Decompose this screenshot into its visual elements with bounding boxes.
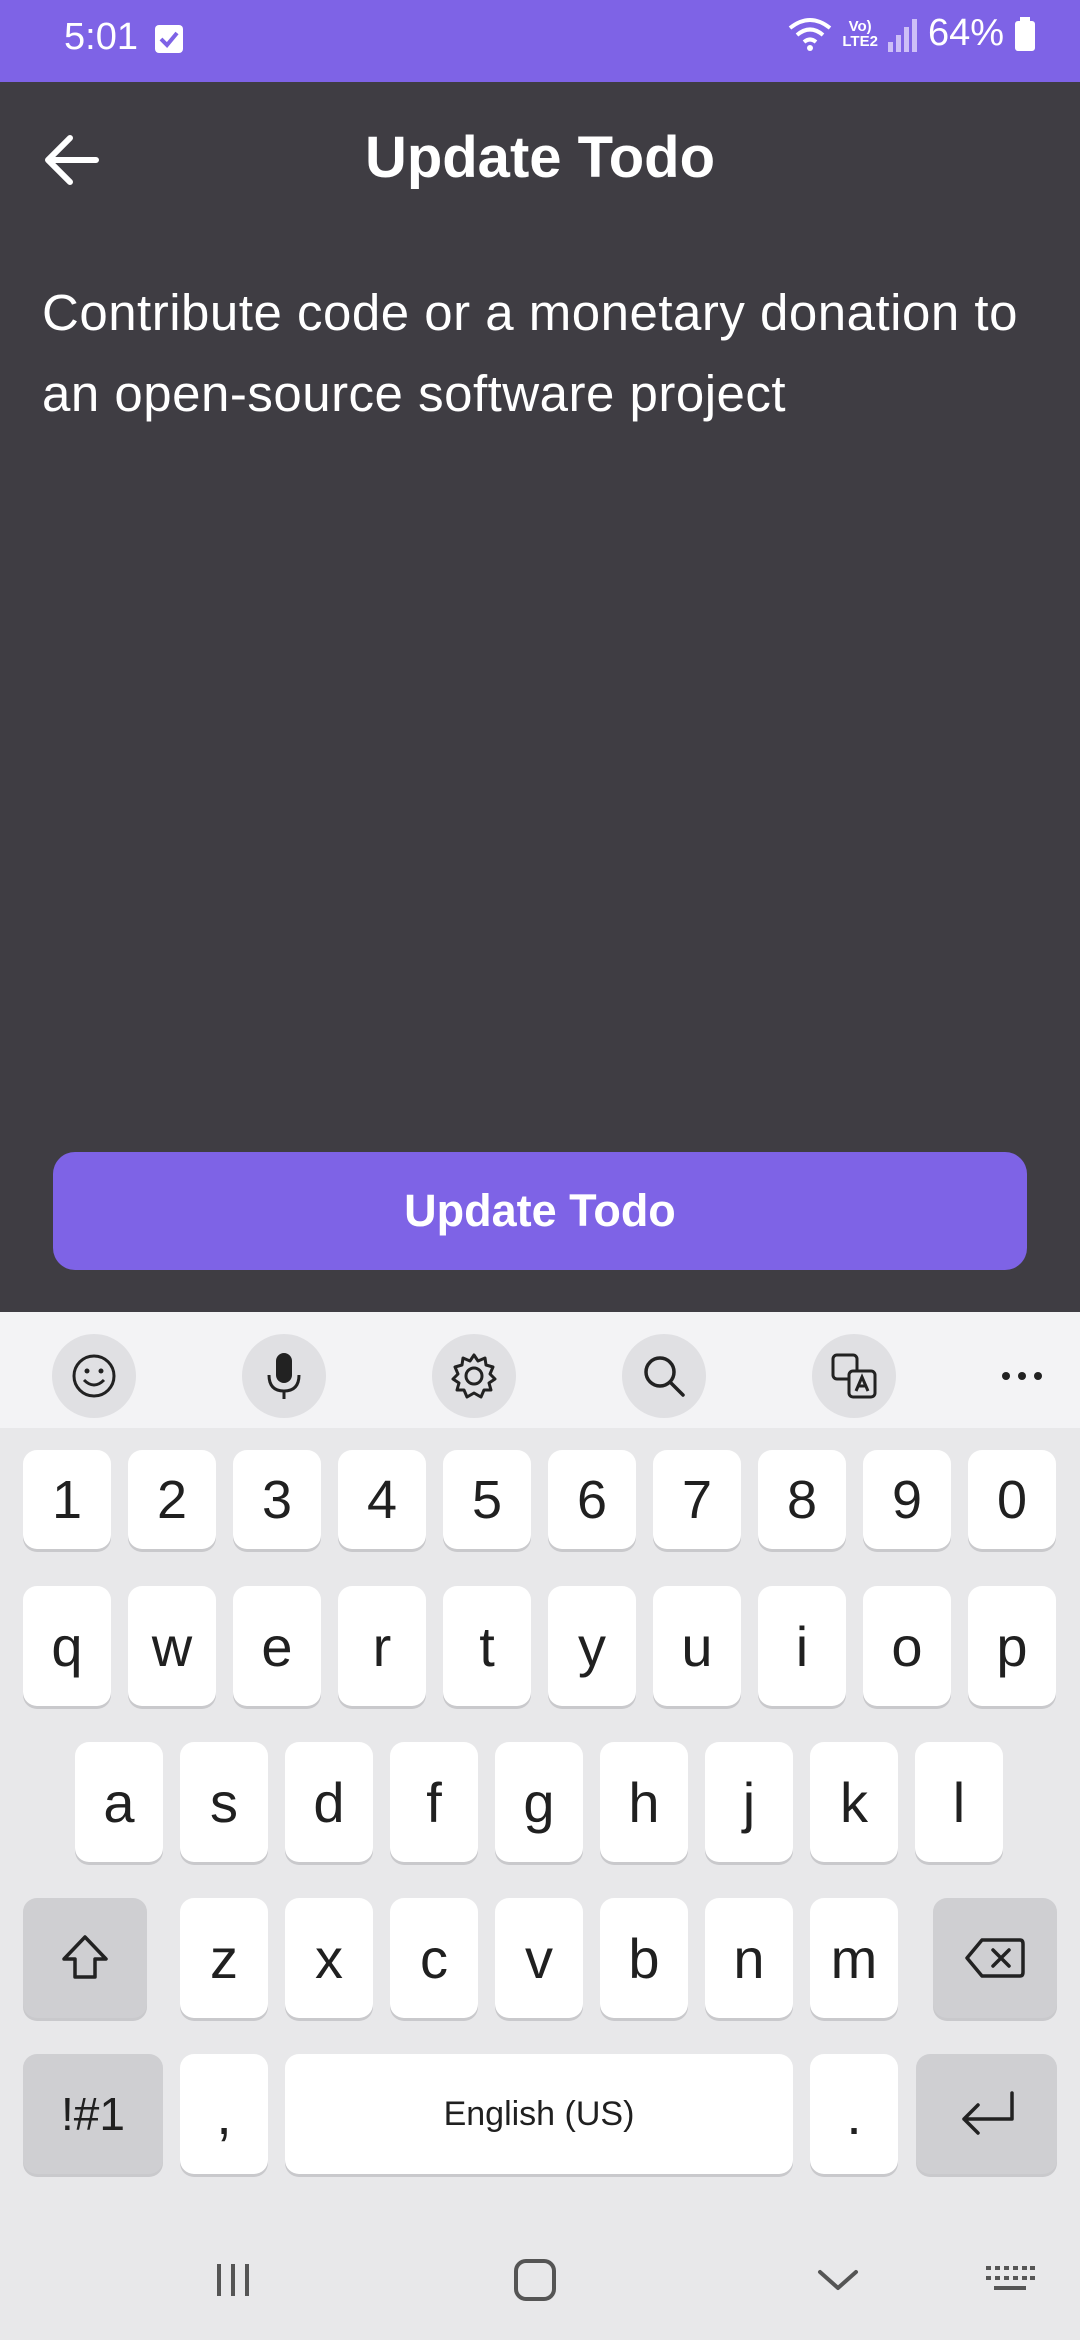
backspace-key[interactable] (933, 1898, 1057, 2018)
keyboard-search-button[interactable] (622, 1334, 706, 1418)
key-2[interactable]: 2 (128, 1450, 216, 1549)
checkbox-notification-icon (155, 25, 183, 53)
key-n[interactable]: n (705, 1898, 793, 2018)
navigation-bar (0, 2200, 1080, 2340)
key-c[interactable]: c (390, 1898, 478, 2018)
key-5[interactable]: 5 (443, 1450, 531, 1549)
backspace-icon (965, 1938, 1025, 1978)
keyboard-icon (986, 2266, 1035, 2290)
shift-key[interactable] (23, 1898, 147, 2018)
key-j[interactable]: j (705, 1742, 793, 1862)
battery-icon (1015, 16, 1035, 51)
key-a[interactable]: a (75, 1742, 163, 1862)
symbols-key[interactable]: !#1 (23, 2054, 163, 2174)
shift-icon (62, 1935, 108, 1979)
more-options-button[interactable] (980, 1334, 1064, 1418)
key-v[interactable]: v (495, 1898, 583, 2018)
key-z[interactable]: z (180, 1898, 268, 2018)
network-type-label: Vo) LTE2 (842, 19, 878, 49)
microphone-icon (267, 1353, 301, 1399)
home-icon (514, 2259, 556, 2301)
app-bar: Update Todo (0, 82, 1080, 242)
recent-apps-button[interactable] (193, 2240, 273, 2320)
chevron-down-icon (818, 2270, 858, 2290)
key-o[interactable]: o (863, 1586, 951, 1706)
key-e[interactable]: e (233, 1586, 321, 1706)
gear-icon (451, 1353, 497, 1399)
wifi-icon (789, 17, 832, 51)
emoji-icon (72, 1354, 116, 1398)
comma-key[interactable]: , (180, 2054, 268, 2174)
key-y[interactable]: y (548, 1586, 636, 1706)
key-l[interactable]: l (915, 1742, 1003, 1862)
emoji-button[interactable] (52, 1334, 136, 1418)
battery-percent: 64% (927, 12, 1004, 54)
enter-icon (961, 2091, 1014, 2135)
more-horizontal-icon (1002, 1372, 1042, 1380)
keyboard-toolbar (0, 1312, 1080, 1428)
key-6[interactable]: 6 (548, 1450, 636, 1549)
signal-icon (887, 18, 917, 52)
key-4[interactable]: 4 (338, 1450, 426, 1549)
key-1[interactable]: 1 (23, 1450, 111, 1549)
enter-key[interactable] (916, 2054, 1057, 2174)
todo-text-field[interactable]: Contribute code or a monetary donation t… (42, 272, 1032, 434)
home-button[interactable] (495, 2240, 575, 2320)
key-f[interactable]: f (390, 1742, 478, 1862)
status-indicators: Vo) LTE2 64% (788, 12, 1036, 55)
network-label-top: Vo) (848, 17, 872, 35)
key-m[interactable]: m (810, 1898, 898, 2018)
key-h[interactable]: h (600, 1742, 688, 1862)
key-p[interactable]: p (968, 1586, 1056, 1706)
translate-button[interactable] (812, 1334, 896, 1418)
key-t[interactable]: t (443, 1586, 531, 1706)
recent-apps-icon (217, 2264, 249, 2296)
key-u[interactable]: u (653, 1586, 741, 1706)
keyboard-settings-button[interactable] (432, 1334, 516, 1418)
key-s[interactable]: s (180, 1742, 268, 1862)
status-bar: 5:01 Vo) LTE2 64% (0, 0, 1080, 82)
key-3[interactable]: 3 (233, 1450, 321, 1549)
period-key[interactable]: . (810, 2054, 898, 2174)
update-todo-button[interactable]: Update Todo (53, 1152, 1027, 1270)
key-w[interactable]: w (128, 1586, 216, 1706)
key-9[interactable]: 9 (863, 1450, 951, 1549)
key-q[interactable]: q (23, 1586, 111, 1706)
keyboard-switch-button[interactable] (970, 2240, 1050, 2320)
search-icon (644, 1356, 685, 1397)
keyboard: 1 2 3 4 5 6 7 8 9 0 q w e r t y u i o p … (0, 1312, 1080, 2340)
key-0[interactable]: 0 (968, 1450, 1056, 1549)
status-time: 5:01 (64, 16, 138, 58)
key-8[interactable]: 8 (758, 1450, 846, 1549)
key-d[interactable]: d (285, 1742, 373, 1862)
key-r[interactable]: r (338, 1586, 426, 1706)
key-b[interactable]: b (600, 1898, 688, 2018)
spacebar[interactable]: English (US) (285, 2054, 793, 2174)
translate-icon (831, 1353, 877, 1399)
network-label-bottom: LTE2 (842, 32, 878, 50)
key-7[interactable]: 7 (653, 1450, 741, 1549)
voice-input-button[interactable] (242, 1334, 326, 1418)
hide-keyboard-button[interactable] (798, 2240, 878, 2320)
key-x[interactable]: x (285, 1898, 373, 2018)
key-i[interactable]: i (758, 1586, 846, 1706)
key-k[interactable]: k (810, 1742, 898, 1862)
key-g[interactable]: g (495, 1742, 583, 1862)
page-title: Update Todo (364, 125, 716, 190)
